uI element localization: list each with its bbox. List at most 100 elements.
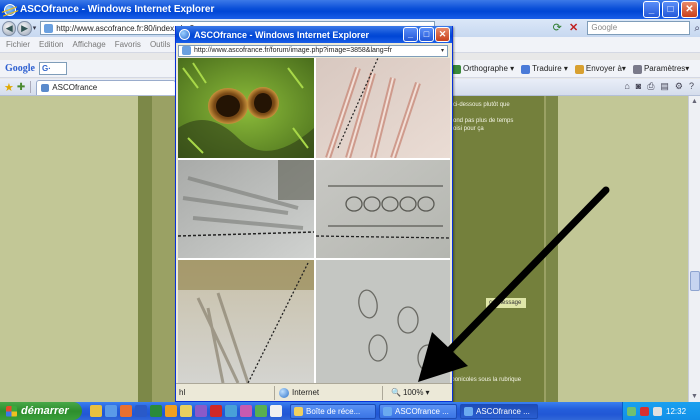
send-icon [574, 64, 584, 74]
microscopy-plate [178, 58, 450, 383]
zoom-dropdown-icon[interactable]: ▾ [425, 388, 429, 397]
acrobat-icon[interactable] [210, 405, 222, 417]
favorites-star-icon[interactable]: ★ [4, 81, 14, 94]
taskbar-item-ascofrance-2[interactable]: ASCOfrance ... [460, 403, 538, 419]
feeds-icon[interactable]: ◙ [636, 81, 641, 92]
popup-title: ASCOfrance - Windows Internet Explorer [194, 29, 369, 40]
start-button[interactable]: démarrer [0, 402, 82, 420]
popup-address-row: http://www.ascofrance.fr/forum/image.php… [176, 43, 452, 58]
send-to-button[interactable]: Envoyer à▾ [574, 64, 626, 74]
popup-address-text: http://www.ascofrance.fr/forum/image.php… [194, 47, 393, 54]
vertical-scrollbar[interactable]: ▲ ▼ [688, 96, 700, 402]
ie-task-icon [383, 406, 392, 416]
tab-page-icon [41, 83, 50, 92]
add-favorite-icon[interactable]: ✚ [17, 82, 25, 93]
google-logo: Google [5, 63, 35, 74]
menu-fichier[interactable]: Fichier [6, 40, 30, 49]
main-titlebar: ASCOfrance - Windows Internet Explorer _… [0, 0, 700, 19]
winzip-icon[interactable] [195, 405, 207, 417]
scroll-thumb[interactable] [690, 271, 700, 291]
excel-icon[interactable] [150, 405, 162, 417]
security-shield-icon[interactable] [640, 406, 649, 416]
back-icon[interactable]: ◀ [2, 20, 17, 36]
firefox-icon[interactable] [120, 405, 132, 417]
tab-ascofrance[interactable]: ASCOfrance [36, 79, 177, 95]
app-icon[interactable] [240, 405, 252, 417]
windows-flag-icon [6, 405, 17, 417]
outlook-icon[interactable] [90, 405, 102, 417]
clock: 12:32 [666, 406, 687, 416]
close-button[interactable]: ✕ [681, 1, 698, 18]
settings-button[interactable]: Paramètres▾ [632, 64, 689, 74]
tab-separator [30, 81, 32, 93]
globe-icon [279, 387, 289, 398]
word-icon[interactable] [135, 405, 147, 417]
popup-status-text: hl [179, 388, 186, 397]
wrench-icon [632, 64, 642, 74]
page-text-line2: ond pas plus de temps [453, 118, 514, 124]
taskbar-item-mail-label: Boîte de réce... [306, 406, 361, 416]
refresh-icon[interactable]: ⟳ [553, 22, 565, 35]
help-icon[interactable]: ? [689, 81, 694, 92]
media-icon[interactable] [165, 405, 177, 417]
popup-ie-icon [179, 29, 190, 40]
menu-favoris[interactable]: Favoris [115, 40, 141, 49]
microscopy-image [178, 58, 450, 383]
search-icon[interactable]: ⌕ [694, 23, 700, 34]
taskbar-item-ascofrance-1[interactable]: ASCOfrance ... [379, 403, 457, 419]
main-window-title: ASCOfrance - Windows Internet Explorer [20, 4, 215, 15]
zoom-control[interactable]: 🔍 100% ▾ [382, 385, 429, 400]
page-text-line1: ci-dessous plutôt que [453, 102, 510, 108]
taskbar-item-ascofrance-2-label: ASCOfrance ... [476, 406, 530, 416]
desktop-icon[interactable] [225, 405, 237, 417]
app2-icon[interactable] [255, 405, 267, 417]
ie-icon [4, 3, 16, 16]
app3-icon[interactable] [270, 405, 282, 417]
scroll-up-icon[interactable]: ▲ [691, 98, 698, 105]
print-icon[interactable]: ⎙ [647, 81, 654, 92]
volume-icon[interactable] [653, 406, 662, 416]
spellcheck-label: Orthographe ▾ [463, 64, 515, 74]
popup-close-button[interactable]: ✕ [435, 27, 450, 42]
minimize-button[interactable]: _ [643, 1, 660, 18]
menu-edition[interactable]: Edition [39, 40, 63, 49]
taskbar-item-mail[interactable]: Boîte de réce... [290, 403, 376, 419]
network-icon[interactable] [627, 406, 636, 416]
stop-icon[interactable]: ✕ [569, 22, 581, 35]
spellcheck-button[interactable]: Orthographe ▾ [452, 64, 515, 74]
reply-message-button[interactable]: ce message [486, 298, 526, 308]
page-menu-icon[interactable]: ▤ [660, 81, 669, 92]
popup-minimize-button[interactable]: _ [403, 27, 418, 42]
home-icon[interactable]: ⌂ [624, 81, 629, 92]
send-to-label: Envoyer à▾ [585, 64, 626, 74]
popup-status-bar: hl Internet 🔍 100% ▾ [176, 383, 452, 401]
zone-label: Internet [292, 388, 320, 397]
menu-affichage[interactable]: Affichage [72, 40, 105, 49]
search-placeholder: Google [591, 23, 618, 32]
history-dropdown-icon[interactable]: ▾ [33, 24, 37, 32]
menu-outils[interactable]: Outils [150, 40, 170, 49]
scroll-down-icon[interactable]: ▼ [691, 393, 698, 400]
start-label: démarrer [21, 405, 69, 417]
explorer-icon[interactable] [180, 405, 192, 417]
tab-label: ASCOfrance [52, 83, 98, 92]
forward-icon[interactable]: ▶ [17, 20, 32, 36]
popup-maximize-button[interactable]: □ [419, 27, 434, 42]
spellcheck-icon [452, 64, 461, 74]
ie-task-icon-2 [464, 406, 473, 416]
zoom-icon: 🔍 [391, 388, 401, 397]
translate-button[interactable]: Traduire ▾ [521, 64, 568, 74]
maximize-button[interactable]: □ [662, 1, 679, 18]
popup-address-bar[interactable]: http://www.ascofrance.fr/forum/image.php… [178, 44, 448, 57]
ie-quick-icon[interactable] [105, 405, 117, 417]
quick-launch [90, 405, 282, 417]
search-input[interactable]: Google [587, 21, 691, 35]
popup-address-dropdown-icon[interactable]: ▾ [441, 47, 444, 54]
taskbar: démarrer Boîte de réce... ASCOfrance ...… [0, 402, 700, 420]
google-g-label: G· [42, 64, 51, 73]
tools-menu-icon[interactable]: ⚙ [675, 81, 683, 92]
security-zone[interactable]: Internet [274, 385, 382, 400]
page-icon [44, 23, 54, 33]
google-search-input[interactable]: G· [39, 62, 67, 75]
mail-icon [294, 406, 303, 416]
